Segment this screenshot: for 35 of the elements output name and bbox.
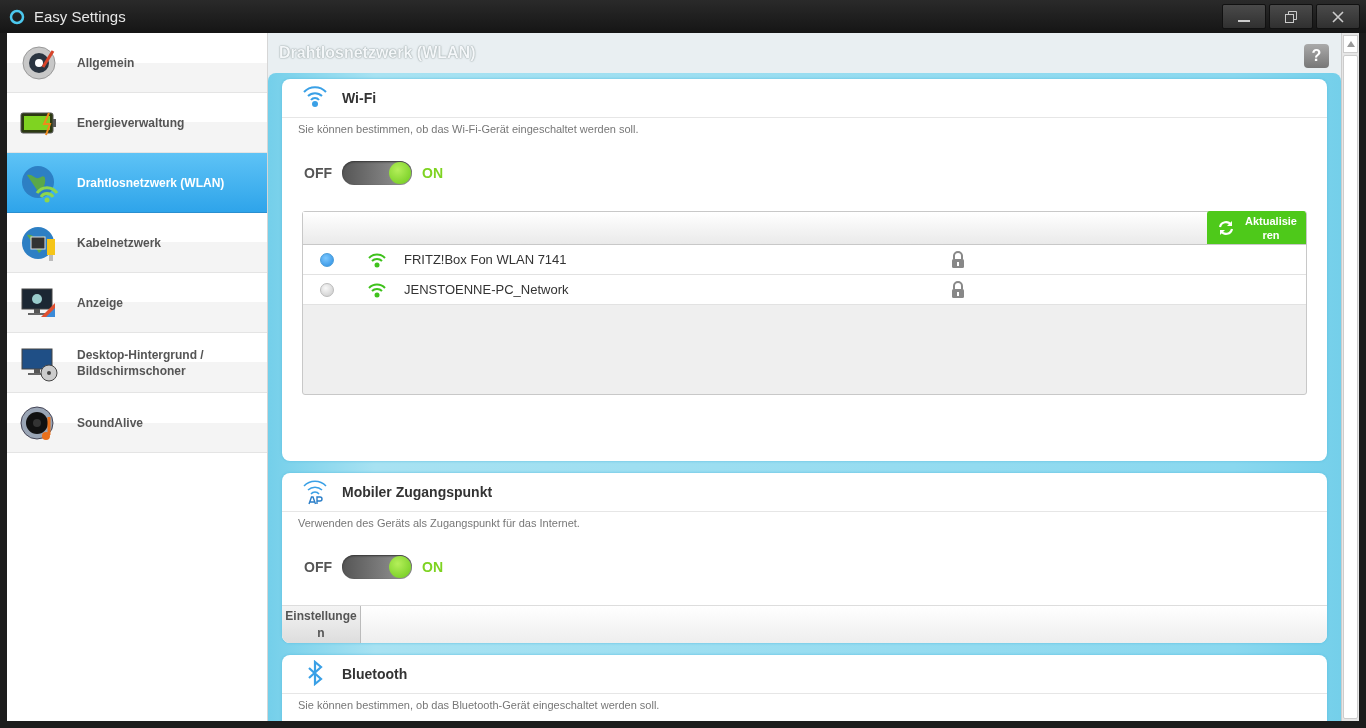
close-button[interactable]	[1316, 4, 1360, 29]
radio-button[interactable]	[320, 282, 334, 297]
toggle-on-label: ON	[422, 165, 443, 181]
section-description: Sie können bestimmen, ob das Bluetooth-Gerät eingeschaltet werden soll.	[297, 698, 661, 713]
window-title: Easy Settings	[34, 8, 126, 25]
toggle-off-label: OFF	[304, 559, 333, 575]
network-name: FRITZ!Box Fon WLAN 7141	[404, 252, 568, 267]
caret-up-icon	[1346, 41, 1355, 47]
wifi-signal-icon	[368, 251, 386, 268]
network-row[interactable]: FRITZ!Box Fon WLAN 7141	[303, 245, 1306, 275]
network-row[interactable]: JENSTOENNE-PC_Network	[303, 275, 1306, 305]
scroll-up-button[interactable]	[1343, 35, 1358, 53]
network-name: JENSTOENNE-PC_Network	[404, 282, 570, 297]
app-logo-icon	[9, 8, 25, 25]
section-title: Mobiler Zugangspunkt	[342, 484, 493, 500]
minimize-button[interactable]	[1222, 4, 1266, 29]
scrollbar[interactable]	[1341, 33, 1359, 721]
wifi-signal-icon	[368, 281, 386, 298]
toggle-switch[interactable]	[342, 555, 412, 579]
section-title: Wi-Fi	[342, 90, 377, 106]
close-icon	[1331, 9, 1345, 24]
hotspot-icon	[302, 478, 328, 506]
toggle-on-label: ON	[422, 559, 443, 575]
section-title: Bluetooth	[342, 666, 408, 682]
section-description: Verwenden des Geräts als Zugangspunkt für das Internet.	[297, 516, 581, 531]
settings-button[interactable]: Einstellungen	[282, 606, 361, 643]
toggle-off-label: OFF	[304, 165, 333, 181]
minimize-icon	[1238, 19, 1250, 22]
restore-button[interactable]	[1269, 4, 1313, 29]
restore-icon	[1284, 9, 1298, 24]
section-description: Sie können bestimmen, ob das Wi-Fi-Gerät eingeschaltet werden soll.	[297, 122, 640, 137]
scroll-thumb[interactable]	[1343, 55, 1358, 719]
toggle-switch[interactable]	[342, 161, 412, 185]
refresh-icon	[1217, 218, 1235, 237]
radio-button[interactable]	[320, 252, 334, 267]
